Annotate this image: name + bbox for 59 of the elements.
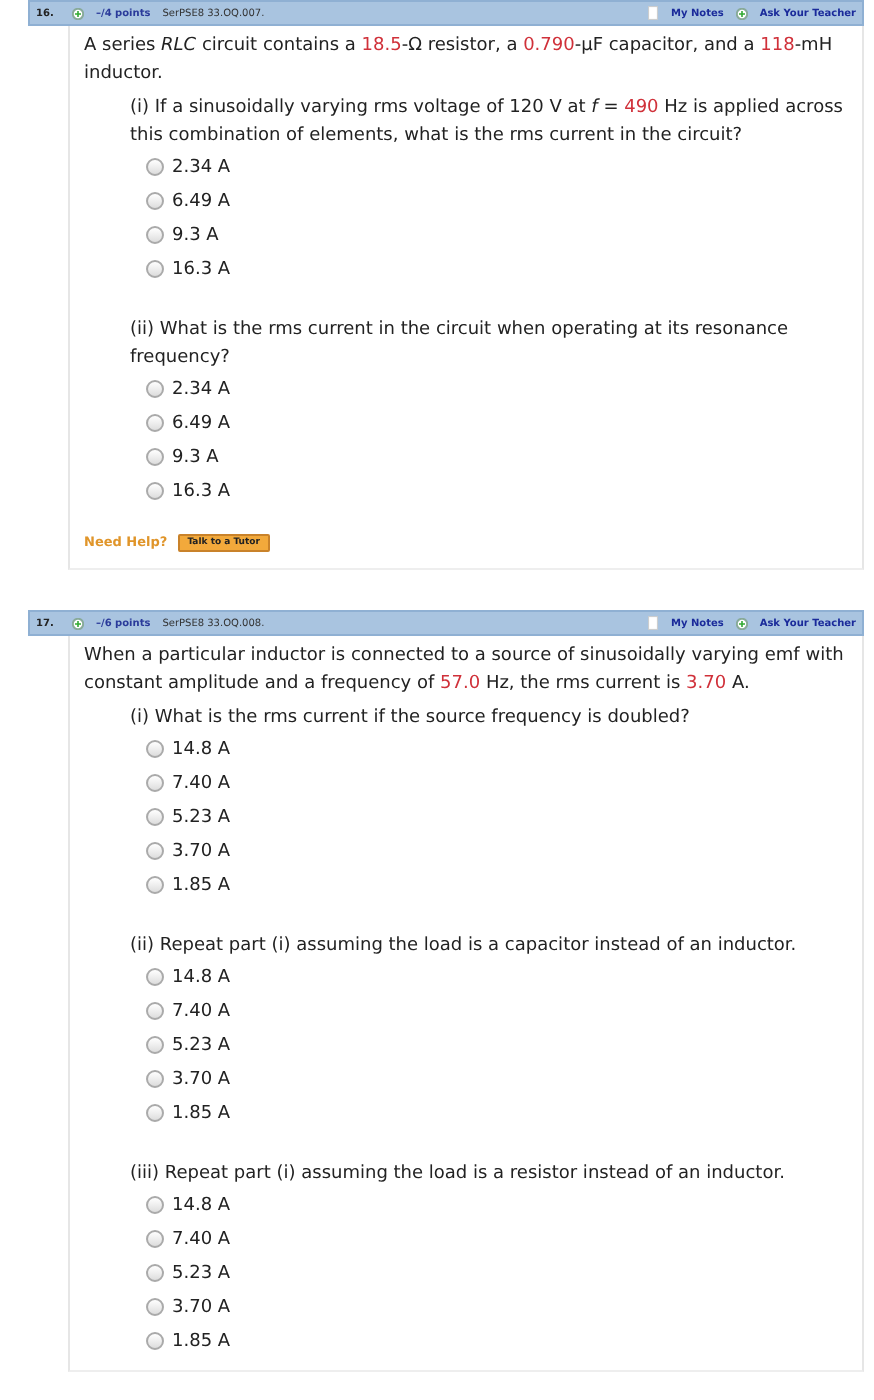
radio-button[interactable]: [146, 1002, 164, 1020]
answer-option[interactable]: 5.23 A: [172, 803, 231, 831]
answer-option[interactable]: 7.40 A: [172, 1225, 231, 1253]
radio-button[interactable]: [146, 774, 164, 792]
answer-option[interactable]: 3.70 A: [172, 837, 231, 865]
radio-button[interactable]: [146, 740, 164, 758]
radio-button[interactable]: [146, 876, 164, 894]
answer-option[interactable]: 5.23 A: [172, 1031, 231, 1059]
question-text: (iii) Repeat part (i) assuming the load is a resistor instead of an inductor.: [130, 1162, 787, 1188]
answer-option[interactable]: 2.34 A: [172, 153, 231, 181]
answer-option[interactable]: 1.85 A: [172, 871, 231, 899]
answer-option[interactable]: 6.49 A: [172, 187, 231, 215]
plus-icon[interactable]: [72, 617, 84, 629]
answer-option[interactable]: 14.8 A: [172, 1191, 231, 1219]
radio-button[interactable]: [146, 158, 164, 176]
radio-button[interactable]: [146, 1264, 164, 1282]
radio-button[interactable]: [146, 1070, 164, 1088]
question-text: (i) What is the rms current if the source frequency is doubled?: [130, 706, 692, 732]
question-text: When a particular inductor is connected to a source of sinusoidally varying emf with constant amplitude and a frequency of 57.0 Hz, the rms current is 3.70 A.: [84, 644, 846, 698]
radio-button[interactable]: [146, 380, 164, 398]
radio-button[interactable]: [146, 414, 164, 432]
plus-icon[interactable]: [735, 7, 748, 19]
radio-button[interactable]: [146, 260, 164, 278]
radio-button[interactable]: [146, 1036, 164, 1054]
radio-button[interactable]: [146, 968, 164, 986]
plus-icon[interactable]: [735, 617, 748, 629]
question-text: (ii) What is the rms current in the circuit when operating at its resonance frequency?: [130, 318, 791, 372]
notes-icon: [648, 6, 659, 20]
answer-option[interactable]: 3.70 A: [172, 1293, 231, 1321]
answer-option[interactable]: 16.3 A: [172, 255, 231, 283]
radio-button[interactable]: [146, 1332, 164, 1350]
radio-button[interactable]: [146, 1196, 164, 1214]
answer-option[interactable]: 6.49 A: [172, 409, 231, 437]
question-text: A series RLC circuit contains a 18.5-Ω resistor, a 0.790-µF capacitor, and a 118-mH inductor.: [84, 34, 835, 88]
answer-option[interactable]: 16.3 A: [172, 477, 231, 505]
radio-button[interactable]: [146, 482, 164, 500]
notes-icon: [648, 616, 659, 630]
radio-button[interactable]: [146, 448, 164, 466]
answer-option[interactable]: 5.23 A: [172, 1259, 231, 1287]
answer-option[interactable]: 14.8 A: [172, 735, 231, 763]
answer-option[interactable]: 3.70 A: [172, 1065, 231, 1093]
radio-button[interactable]: [146, 1230, 164, 1248]
answer-option[interactable]: 9.3 A: [172, 443, 219, 471]
answer-option[interactable]: 7.40 A: [172, 769, 231, 797]
radio-button[interactable]: [146, 192, 164, 210]
radio-button[interactable]: [146, 1298, 164, 1316]
answer-option[interactable]: 2.34 A: [172, 375, 231, 403]
answer-option[interactable]: 9.3 A: [172, 221, 219, 249]
plus-icon[interactable]: [72, 7, 84, 19]
radio-button[interactable]: [146, 226, 164, 244]
radio-button[interactable]: [146, 808, 164, 826]
radio-button[interactable]: [146, 842, 164, 860]
answer-option[interactable]: 1.85 A: [172, 1099, 231, 1127]
answer-option[interactable]: 1.85 A: [172, 1327, 231, 1355]
answer-option[interactable]: 7.40 A: [172, 997, 231, 1025]
question-text: (i) If a sinusoidally varying rms voltage of 120 V at f = 490 Hz is applied across this combination of elements, what is the rms current in the circuit?: [130, 96, 845, 150]
radio-button[interactable]: [146, 1104, 164, 1122]
answer-option[interactable]: 14.8 A: [172, 963, 231, 991]
question-text: (ii) Repeat part (i) assuming the load is a capacitor instead of an inductor.: [130, 934, 799, 960]
